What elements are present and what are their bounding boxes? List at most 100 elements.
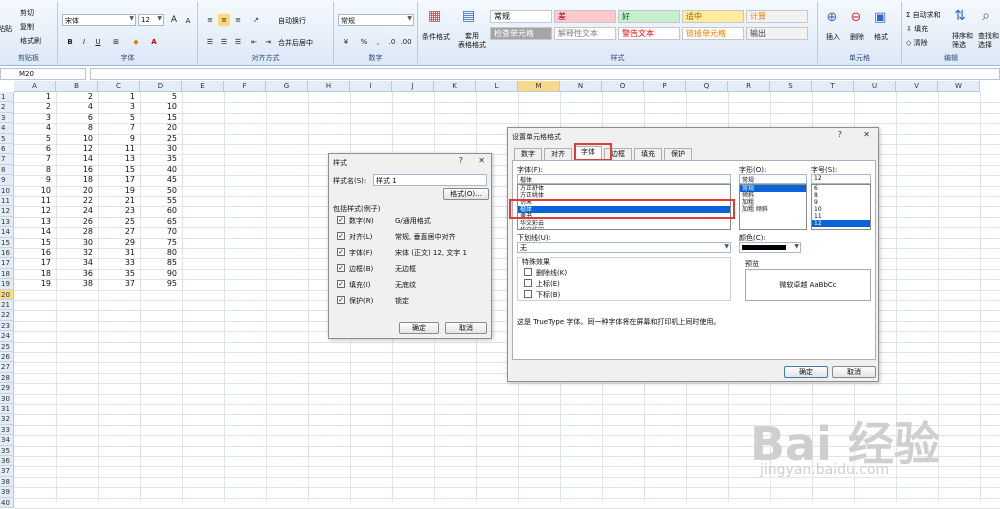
format-dialog-button[interactable]: 格式(O)... — [443, 188, 489, 200]
cell[interactable]: 27 — [98, 227, 138, 237]
help-button[interactable]: ? — [459, 156, 463, 165]
cell[interactable]: 7 — [98, 123, 138, 133]
cell-style-0[interactable]: 常规 — [490, 10, 552, 23]
cell[interactable]: 75 — [140, 238, 180, 248]
cell[interactable]: 3 — [98, 102, 138, 112]
row-header[interactable]: 13 — [0, 216, 14, 228]
cell[interactable]: 14 — [14, 227, 54, 237]
list-item[interactable]: 12 — [812, 220, 870, 227]
row-header[interactable]: 6 — [0, 144, 14, 155]
effect-checkbox[interactable] — [524, 290, 532, 298]
cell[interactable]: 3 — [14, 113, 54, 123]
include-checkbox[interactable]: ✓ — [337, 216, 345, 224]
cell[interactable]: 35 — [140, 154, 180, 164]
list-item[interactable]: 8 — [812, 192, 870, 199]
column-header[interactable]: C — [98, 81, 140, 92]
list-item[interactable]: 常规 — [740, 185, 806, 192]
cell[interactable]: 28 — [56, 227, 96, 237]
list-item[interactable]: 加粗 倾斜 — [740, 206, 806, 213]
cell[interactable]: 10 — [56, 134, 96, 144]
cell[interactable]: 12 — [56, 144, 96, 154]
column-header[interactable]: D — [140, 81, 182, 92]
font-size-input[interactable]: 12 — [811, 174, 871, 184]
column-header[interactable]: S — [770, 81, 812, 92]
column-header[interactable]: F — [224, 81, 266, 92]
row-header[interactable]: 35 — [0, 445, 14, 456]
row-header[interactable]: 30 — [0, 393, 14, 404]
cell[interactable]: 6 — [14, 144, 54, 154]
row-header[interactable]: 32 — [0, 414, 14, 425]
font-size-list[interactable]: 6 8 9 10 11 12 — [811, 184, 871, 230]
sort-filter-button[interactable]: 排序和 筛选 — [952, 32, 973, 50]
column-header[interactable]: A — [14, 81, 56, 92]
row-header[interactable]: 25 — [0, 341, 14, 352]
row-header[interactable]: 19 — [0, 279, 14, 290]
list-item[interactable]: 方正姚体 — [518, 192, 730, 199]
row-header[interactable]: 10 — [0, 185, 14, 196]
wrap-text-button[interactable]: 自动换行 — [278, 16, 306, 26]
format-button[interactable]: 格式 — [874, 32, 888, 42]
list-item[interactable]: 华文仿宋 — [518, 227, 730, 229]
cell[interactable]: 40 — [140, 165, 180, 175]
merge-center-button[interactable]: 合并后居中 — [278, 38, 313, 48]
cell[interactable]: 36 — [56, 269, 96, 279]
cell[interactable]: 29 — [98, 238, 138, 248]
cell[interactable]: 20 — [56, 186, 96, 196]
column-header[interactable]: E — [182, 81, 224, 92]
formula-bar[interactable] — [90, 68, 1000, 80]
row-header[interactable]: 39 — [0, 487, 14, 498]
cell[interactable]: 32 — [56, 248, 96, 258]
row-header[interactable]: 40 — [0, 497, 14, 508]
cell[interactable]: 19 — [98, 186, 138, 196]
column-header[interactable]: V — [896, 81, 938, 92]
format-help-button[interactable]: ? — [838, 130, 842, 139]
cell[interactable]: 30 — [56, 238, 96, 248]
cell[interactable]: 31 — [98, 248, 138, 258]
cell-style-6[interactable]: 解释性文本 — [554, 27, 616, 40]
cell[interactable]: 20 — [140, 123, 180, 133]
effect-checkbox[interactable] — [524, 279, 532, 287]
cell[interactable]: 25 — [140, 134, 180, 144]
align-center-icon[interactable]: ☰ — [218, 36, 230, 48]
cell[interactable]: 23 — [98, 206, 138, 216]
cell[interactable]: 9 — [98, 134, 138, 144]
format-cancel-button[interactable]: 取消 — [832, 366, 876, 378]
row-header[interactable]: 11 — [0, 196, 14, 207]
include-checkbox[interactable]: ✓ — [337, 296, 345, 304]
column-header[interactable]: M — [518, 81, 560, 92]
row-header[interactable]: 29 — [0, 383, 14, 394]
cell[interactable]: 35 — [98, 269, 138, 279]
cell-style-5[interactable]: 检查单元格 — [490, 27, 552, 40]
cell[interactable]: 34 — [56, 258, 96, 268]
increase-indent-icon[interactable]: ⇥ — [262, 36, 274, 48]
font-name-combo[interactable]: 宋体 ▼ — [62, 14, 136, 26]
list-item[interactable]: 9 — [812, 199, 870, 206]
table-format-button[interactable]: 套用 表格格式 — [458, 32, 486, 50]
decrease-indent-icon[interactable]: ⇤ — [248, 36, 260, 48]
align-right-icon[interactable]: ☰ — [232, 36, 244, 48]
cell-style-8[interactable]: 链接单元格 — [682, 27, 744, 40]
row-header[interactable]: 27 — [0, 362, 14, 373]
currency-icon[interactable]: ¥ — [340, 36, 352, 48]
include-checkbox[interactable]: ✓ — [337, 248, 345, 256]
cell[interactable]: 13 — [98, 154, 138, 164]
tab-5[interactable]: 保护 — [664, 148, 692, 160]
cell[interactable]: 13 — [14, 217, 54, 227]
list-item[interactable]: 11 — [812, 213, 870, 220]
cell[interactable]: 5 — [98, 113, 138, 123]
cell[interactable]: 15 — [14, 238, 54, 248]
cell-style-1[interactable]: 差 — [554, 10, 616, 23]
column-header[interactable]: W — [938, 81, 980, 92]
cell[interactable]: 1 — [14, 92, 54, 102]
cut-button[interactable]: 剪切 — [20, 8, 34, 18]
format-close-button[interactable]: ✕ — [863, 130, 870, 139]
row-header[interactable]: 21 — [0, 300, 14, 311]
cell[interactable]: 14 — [56, 154, 96, 164]
cell[interactable]: 11 — [98, 144, 138, 154]
row-header[interactable]: 16 — [0, 248, 14, 259]
cell[interactable]: 26 — [56, 217, 96, 227]
cell-style-3[interactable]: 适中 — [682, 10, 744, 23]
row-header[interactable]: 23 — [0, 320, 14, 332]
insert-button[interactable]: 插入 — [826, 32, 840, 42]
column-header[interactable]: K — [434, 81, 476, 92]
